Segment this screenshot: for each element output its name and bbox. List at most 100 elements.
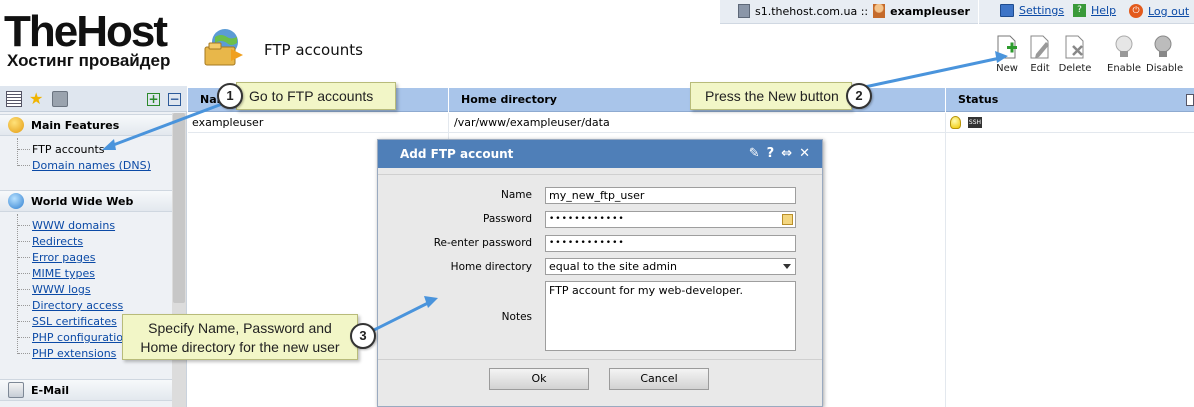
home-directory-select[interactable]: equal to the site admin — [545, 258, 796, 275]
reenter-password-label: Re-enter password — [433, 237, 532, 249]
logo: TheHost Хостинг провайдер — [4, 7, 171, 70]
user-icon — [873, 4, 886, 18]
disable-button[interactable]: Disable — [1146, 34, 1184, 74]
sidebar-item-php-extensions[interactable]: PHP extensions — [32, 347, 116, 360]
callout-2-text: Press the New button — [705, 88, 839, 104]
new-icon — [997, 35, 1017, 59]
sidebar-scrollbar[interactable] — [172, 113, 186, 407]
sidebar-item-redirects[interactable]: Redirects — [32, 235, 83, 248]
password-field[interactable]: •••••••••••• — [545, 211, 796, 228]
callout-3-number: 3 — [350, 323, 376, 349]
server-info: s1.thehost.com.ua :: exampleuser — [738, 4, 970, 18]
help-icon[interactable]: ? — [767, 140, 775, 168]
row-name: exampleuser — [192, 116, 264, 129]
sidebar-item-error-pages[interactable]: Error pages — [32, 251, 96, 264]
new-button[interactable]: New — [990, 34, 1024, 74]
password-label: Password — [482, 213, 532, 225]
logout-label[interactable]: Log out — [1148, 5, 1189, 18]
ftp-folder-globe-icon — [204, 29, 243, 66]
help-icon: ? — [1073, 4, 1086, 17]
delete-button[interactable]: Delete — [1058, 34, 1092, 74]
sidebar-item-php-configuration[interactable]: PHP configuration — [32, 331, 130, 344]
name-label: Name — [501, 189, 532, 201]
settings-link[interactable]: Settings — [1000, 4, 1064, 17]
help-label[interactable]: Help — [1091, 4, 1116, 17]
page-title: FTP accounts — [264, 41, 363, 59]
maximize-icon[interactable]: ⇔ — [781, 140, 792, 168]
callout-1: Go to FTP accounts — [236, 82, 396, 110]
dialog-title: Add FTP account — [400, 147, 514, 161]
mail-icon — [8, 382, 24, 398]
power-icon: ⏻ — [1129, 4, 1143, 18]
list-view-icon[interactable] — [6, 91, 22, 107]
home-directory-label: Home directory — [450, 261, 532, 273]
cancel-button[interactable]: Cancel — [609, 368, 709, 390]
main-features-icon — [8, 117, 24, 133]
password-value: •••••••••••• — [549, 214, 625, 224]
callout-1-number: 1 — [217, 83, 243, 109]
sidebar-item-www-logs[interactable]: WWW logs — [32, 283, 91, 296]
add-ftp-account-dialog: Add FTP account ✎ ? ⇔ ✕ Name my_new_ftp_… — [377, 139, 823, 407]
edit-icon — [1030, 35, 1049, 59]
section-email[interactable]: E-Mail — [0, 379, 172, 401]
section-title: E-Mail — [31, 383, 69, 397]
briefcase-icon[interactable] — [52, 91, 68, 107]
favorites-star-icon[interactable]: ★ — [29, 91, 45, 107]
settings-icon — [1000, 4, 1014, 17]
sidebar-item-ftp-accounts[interactable]: FTP accounts — [32, 143, 105, 156]
sidebar-item-mime-types[interactable]: MIME types — [32, 267, 95, 280]
disable-label: Disable — [1146, 63, 1184, 74]
logo-tagline: Хостинг провайдер — [7, 51, 171, 70]
dialog-form: Name my_new_ftp_user Password ••••••••••… — [378, 174, 822, 360]
enable-label: Enable — [1107, 63, 1142, 74]
callout-3-line1: Specify Name, Password and — [148, 320, 332, 336]
key-icon[interactable] — [782, 214, 793, 225]
sidebar-tools: ★ + − — [0, 86, 187, 112]
settings-label[interactable]: Settings — [1019, 4, 1064, 17]
reenter-password-field[interactable]: •••••••••••• — [545, 235, 796, 252]
section-main-features[interactable]: Main Features — [0, 114, 172, 136]
bulb-off-icon — [1154, 35, 1172, 57]
row-home-directory: /var/www/exampleuser/data — [454, 116, 610, 129]
sidebar-item-directory-access[interactable]: Directory access — [32, 299, 123, 312]
logout-link[interactable]: ⏻ Log out — [1129, 4, 1189, 18]
callout-3: Specify Name, Password and Home director… — [122, 314, 358, 360]
notes-textarea[interactable]: FTP account for my web-developer. — [545, 281, 796, 351]
enable-button[interactable]: Enable — [1107, 34, 1141, 74]
section-title: World Wide Web — [31, 194, 134, 208]
ok-button[interactable]: Ok — [489, 368, 589, 390]
edit-button[interactable]: Edit — [1023, 34, 1057, 74]
collapse-all-icon[interactable]: − — [168, 93, 181, 106]
sidebar-item-www-domains[interactable]: WWW domains — [32, 219, 115, 232]
sidebar-scroll-thumb[interactable] — [173, 113, 185, 303]
dialog-title-bar[interactable]: Add FTP account ✎ ? ⇔ ✕ — [378, 140, 822, 168]
bulb-icon — [950, 116, 961, 129]
section-world-wide-web[interactable]: World Wide Web — [0, 190, 172, 212]
edit-label: Edit — [1030, 63, 1050, 74]
close-icon[interactable]: ✕ — [799, 140, 810, 168]
server-name: s1.thehost.com.ua :: — [755, 4, 869, 18]
notes-label: Notes — [501, 311, 532, 323]
ssh-icon: SSH — [968, 117, 982, 128]
expand-all-icon[interactable]: + — [147, 93, 160, 106]
current-user: exampleuser — [890, 4, 970, 18]
header: TheHost Хостинг провайдер FTP accounts s… — [0, 0, 1194, 86]
globe-icon — [8, 193, 24, 209]
columns-menu-icon[interactable] — [1186, 94, 1194, 106]
name-field[interactable]: my_new_ftp_user — [545, 187, 796, 204]
callout-2-number: 2 — [846, 83, 872, 109]
top-bar: s1.thehost.com.ua :: exampleuser Setting… — [720, 0, 1194, 24]
column-status[interactable]: Status — [945, 88, 1185, 112]
sidebar-item-ssl-certificates[interactable]: SSL certificates — [32, 315, 117, 328]
table-row[interactable]: exampleuser /var/www/exampleuser/data SS… — [188, 113, 1194, 133]
server-icon — [738, 4, 750, 18]
sidebar-item-domain-names[interactable]: Domain names (DNS) — [32, 159, 151, 172]
callout-2: Press the New button — [690, 82, 852, 110]
callout-1-text: Go to FTP accounts — [249, 88, 374, 104]
pin-icon[interactable]: ✎ — [749, 140, 760, 168]
logo-brand: TheHost — [4, 7, 168, 56]
delete-icon — [1065, 35, 1084, 59]
help-link[interactable]: ? Help — [1073, 4, 1116, 17]
bulb-on-icon — [1115, 35, 1133, 57]
new-label: New — [996, 63, 1018, 74]
